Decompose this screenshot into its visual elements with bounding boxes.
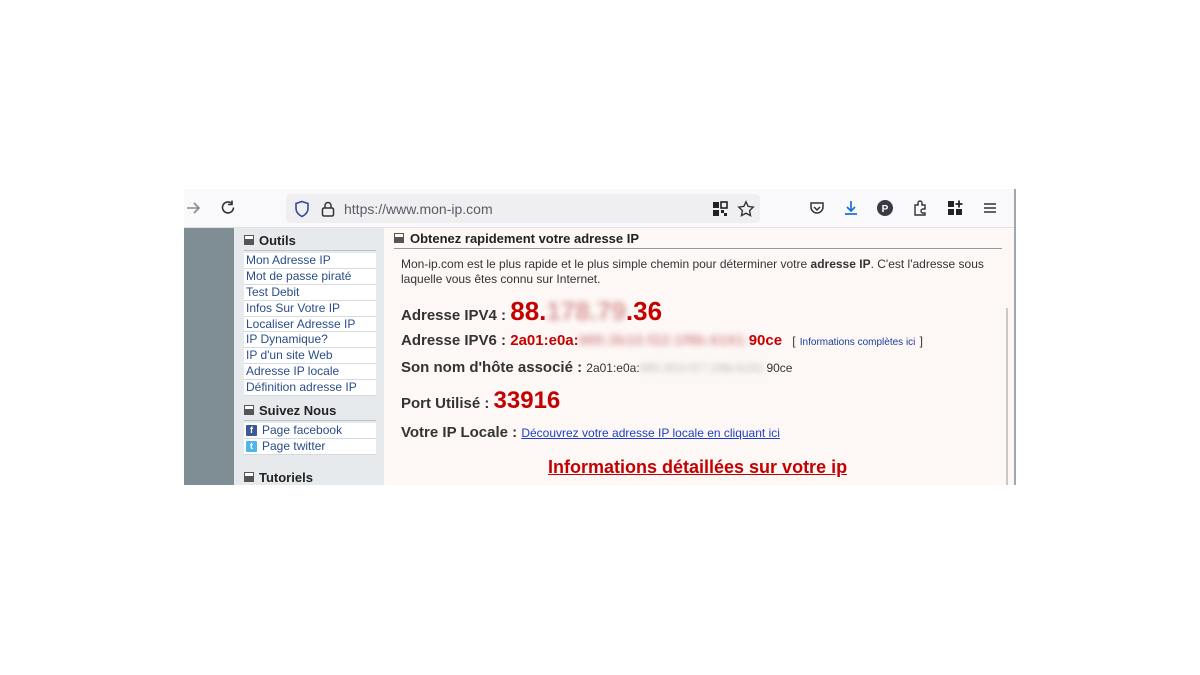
main-content: Obtenez rapidement votre adresse IP Mon-…	[384, 228, 1014, 485]
info-bracket-close: ]	[919, 334, 923, 348]
sidebar-link-ip-site-web[interactable]: IP d'un site Web	[244, 348, 376, 365]
facebook-label: Page facebook	[262, 423, 343, 437]
sidebar-link-mon-adresse-ip[interactable]: Mon Adresse IP	[244, 253, 376, 269]
scrollbar[interactable]	[1006, 308, 1008, 485]
shield-icon[interactable]	[292, 199, 312, 219]
left-margin-bar	[184, 228, 234, 485]
hostname-label: Son nom d'hôte associé :	[401, 359, 583, 376]
intro-text: Mon-ip.com est le plus rapide et le plus…	[401, 257, 1001, 287]
ipv6-label: Adresse IPV6 :	[401, 332, 507, 349]
ipv6-row: Adresse IPV6 : 2a01:e0a:985:3b10:f22:1f8…	[401, 332, 923, 349]
ipv4-start: 88.	[510, 296, 547, 326]
details-link[interactable]: Informations détaillées sur votre ip	[548, 457, 847, 478]
local-ip-link[interactable]: Découvrez votre adresse IP locale en cli…	[521, 426, 780, 440]
sidebar-title-outils: Outils	[259, 232, 296, 248]
menu-icon[interactable]	[980, 198, 1000, 218]
sidebar-section-suivez: Suivez Nous f Page facebook t Page twitt…	[244, 400, 376, 455]
sidebar-link-test-debit[interactable]: Test Debit	[244, 284, 376, 301]
qr-icon[interactable]	[710, 199, 730, 219]
star-icon[interactable]	[736, 199, 756, 219]
port-value: 33916	[493, 387, 561, 414]
ipv4-hidden: 178.79	[546, 296, 626, 326]
profile-letter: P	[882, 204, 889, 215]
url-text[interactable]: https://www.mon-ip.com	[344, 201, 493, 217]
hostname-row: Son nom d'hôte associé : 2a01:e0a:985:3f…	[401, 359, 792, 376]
section-box-icon	[394, 233, 404, 243]
ipv4-label: Adresse IPV4 :	[401, 307, 507, 324]
sidebar-link-localiser-ip[interactable]: Localiser Adresse IP	[244, 316, 376, 333]
hostname-start: 2a01:e0a:	[586, 361, 640, 375]
content-header: Obtenez rapidement votre adresse IP	[394, 228, 1002, 249]
sidebar: Outils Mon Adresse IP Mot de passe pirat…	[234, 228, 384, 485]
local-ip-row: Votre IP Locale : Découvrez votre adress…	[401, 424, 780, 441]
content-heading: Obtenez rapidement votre adresse IP	[410, 230, 640, 246]
port-label: Port Utilisé :	[401, 395, 490, 412]
ipv6-start: 2a01:e0a:	[510, 332, 579, 349]
forward-icon[interactable]	[184, 198, 204, 218]
extensions-icon[interactable]	[910, 198, 930, 218]
section-box-icon	[244, 472, 254, 482]
sidebar-link-infos-ip[interactable]: Infos Sur Votre IP	[244, 300, 376, 317]
intro-part-b: adresse IP	[810, 257, 871, 271]
sidebar-title-tutoriels: Tutoriels	[259, 469, 313, 485]
profile-icon[interactable]: P	[875, 198, 895, 218]
sidebar-link-facebook[interactable]: f Page facebook	[244, 423, 376, 439]
sidebar-link-mot-de-passe[interactable]: Mot de passe piraté	[244, 268, 376, 285]
ipv6-end: 90ce	[748, 332, 783, 349]
info-complete-link[interactable]: Informations complètes ici	[800, 337, 916, 348]
apps-icon[interactable]	[945, 198, 965, 218]
sidebar-link-ip-locale[interactable]: Adresse IP locale	[244, 364, 376, 381]
section-box-icon	[244, 405, 254, 415]
hostname-value: 2a01:e0a:985:3f10:f27:1f8b:6191:90ce	[586, 361, 792, 375]
pocket-icon[interactable]	[807, 198, 827, 218]
info-bracket-open: [	[792, 334, 796, 348]
hostname-hidden: 985:3f10:f27:1f8b:6191:	[639, 361, 767, 375]
browser-toolbar: https://www.mon-ip.com P	[184, 189, 1014, 228]
web-page: Outils Mon Adresse IP Mot de passe pirat…	[184, 228, 1014, 485]
url-bar[interactable]: https://www.mon-ip.com	[286, 194, 760, 223]
reload-icon[interactable]	[218, 198, 238, 218]
lock-icon[interactable]	[318, 199, 338, 219]
port-row: Port Utilisé : 33916	[401, 387, 560, 415]
intro-part-a: Mon-ip.com est le plus rapide et le plus…	[401, 257, 811, 271]
sidebar-section-outils: Outils Mon Adresse IP Mot de passe pirat…	[244, 230, 376, 397]
sidebar-link-ip-dynamique[interactable]: IP Dynamique?	[244, 332, 376, 349]
browser-screenshot: https://www.mon-ip.com P Outils Mon Adre…	[184, 189, 1016, 485]
sidebar-header-outils: Outils	[244, 230, 376, 251]
ipv6-value: 2a01:e0a:985:3b10:f22:1f8b:6191:90ce	[510, 332, 782, 349]
ipv4-end: .36	[625, 296, 663, 326]
sidebar-section-tutoriels: Tutoriels	[244, 467, 376, 485]
ipv4-value: 88.178.79.36	[510, 296, 662, 326]
download-icon[interactable]	[841, 198, 861, 218]
twitter-icon: t	[246, 440, 257, 452]
facebook-icon: f	[246, 424, 257, 436]
local-ip-label: Votre IP Locale :	[401, 424, 518, 441]
sidebar-header-tutoriels: Tutoriels	[244, 467, 376, 485]
sidebar-link-definition-ip[interactable]: Définition adresse IP	[244, 380, 376, 397]
window-edge	[1014, 189, 1016, 485]
section-box-icon	[244, 235, 254, 245]
hostname-end: 90ce	[766, 361, 793, 375]
twitter-label: Page twitter	[262, 438, 326, 453]
ipv6-hidden: 985:3b10:f22:1f8b:6191:	[578, 332, 749, 349]
sidebar-title-suivez: Suivez Nous	[259, 402, 337, 418]
ipv4-row: Adresse IPV4 : 88.178.79.36	[401, 296, 662, 327]
sidebar-link-twitter[interactable]: t Page twitter	[244, 438, 376, 455]
sidebar-header-suivez: Suivez Nous	[244, 400, 376, 421]
